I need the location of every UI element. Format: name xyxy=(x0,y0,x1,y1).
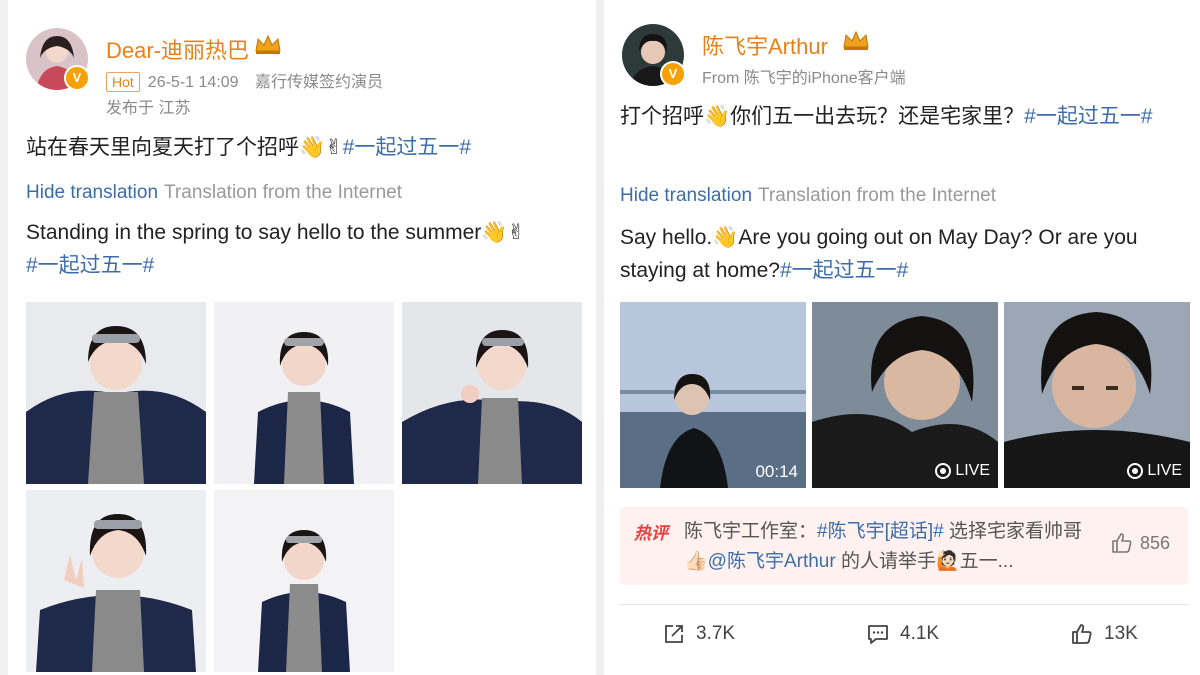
post-text-main: 站在春天里向夏天打了个招呼👋✌ xyxy=(26,136,343,159)
hot-comment-box[interactable]: 热评 陈飞宇工作室：#陈飞宇[超话]# 选择宅家看帅哥👍🏻@陈飞宇Arthur … xyxy=(620,507,1188,585)
comment-count: 4.1K xyxy=(900,623,940,644)
hot-comment-body-end: 的人请举手🙋🏻五一... xyxy=(835,551,1014,572)
hot-comment-text: 陈飞宇工作室：#陈飞宇[超话]# 选择宅家看帅哥👍🏻@陈飞宇Arthur 的人请… xyxy=(684,517,1104,577)
live-photo-thumbnail-1[interactable]: LIVE xyxy=(812,302,998,488)
hot-badge: Hot xyxy=(106,72,140,92)
action-bar: 3.7K 4.1K 13K xyxy=(604,612,1200,660)
live-indicator: LIVE xyxy=(1127,462,1182,480)
crown-icon xyxy=(254,33,282,61)
translation-bar: Hide translation Translation from the Int… xyxy=(26,182,402,204)
translated-text: Say hello.👋Are you going out on May Day?… xyxy=(620,221,1192,287)
like-count: 13K xyxy=(1104,623,1138,644)
comment-icon xyxy=(868,625,888,644)
verified-badge-icon: V xyxy=(660,61,686,87)
verified-badge-icon: V xyxy=(64,65,90,91)
hashtag-link[interactable]: #一起过五一# xyxy=(1024,105,1152,128)
like-button[interactable]: 13K xyxy=(1070,622,1138,646)
translated-hashtag-link[interactable]: #一起过五一# xyxy=(780,259,908,282)
mention-link[interactable]: @陈飞宇Arthur xyxy=(708,551,836,572)
video-thumbnail[interactable]: 00:14 xyxy=(620,302,806,488)
hide-translation-link[interactable]: Hide translation xyxy=(26,182,158,203)
photo-thumbnail-1[interactable] xyxy=(26,302,206,484)
thumbs-up-icon xyxy=(1072,624,1092,644)
post-source: From 陈飞宇的iPhone客户端 xyxy=(702,70,906,87)
live-photo-thumbnail-2[interactable]: LIVE xyxy=(1004,302,1190,488)
live-indicator: LIVE xyxy=(935,462,990,480)
thumbs-up-icon xyxy=(1112,533,1132,553)
hot-comment-like-count: 856 xyxy=(1139,532,1170,553)
post-text-main: 打个招呼👋你们五一出去玩？还是宅家里？ xyxy=(620,105,1025,128)
comment-button[interactable]: 4.1K xyxy=(866,622,939,646)
avatar[interactable]: V xyxy=(622,24,686,87)
video-duration: 00:14 xyxy=(755,462,798,481)
photo-thumbnail-4[interactable] xyxy=(26,490,206,672)
live-label: LIVE xyxy=(955,462,990,479)
translation-source: Translation from the Internet xyxy=(758,185,996,206)
hot-comment-label: 热评 xyxy=(634,524,668,543)
translated-text: Standing in the spring to say hello to t… xyxy=(26,216,586,282)
username[interactable]: Dear-迪丽热巴 xyxy=(106,33,249,65)
translated-text-main: Standing in the spring to say hello to t… xyxy=(26,221,525,244)
right-post-panel: V 陈飞宇Arthur From 陈飞宇的iPhone客户端 打个招呼👋你们五一… xyxy=(604,0,1200,675)
supertopic-link[interactable]: #陈飞宇[超话]# xyxy=(817,521,944,542)
post-text: 站在春天里向夏天打了个招呼👋✌#一起过五一# xyxy=(26,131,586,164)
post-text: 打个招呼👋你们五一出去玩？还是宅家里？#一起过五一# xyxy=(620,100,1190,133)
photo-thumbnail-2[interactable] xyxy=(214,302,394,484)
username[interactable]: 陈飞宇Arthur xyxy=(702,29,828,61)
photo-thumbnail-3[interactable] xyxy=(402,302,582,484)
share-count: 3.7K xyxy=(696,623,736,644)
post-location: 发布于 江苏 xyxy=(106,100,191,117)
hot-comment-author[interactable]: 陈飞宇工作室： xyxy=(684,521,817,542)
post-source: 嘉行传媒签约演员 xyxy=(254,74,383,91)
hashtag-link[interactable]: #一起过五一# xyxy=(343,136,471,159)
post-meta: Hot 26-5-1 14:09 嘉行传媒签约演员 xyxy=(106,68,383,92)
divider xyxy=(620,604,1188,605)
crown-icon xyxy=(842,29,870,57)
live-label: LIVE xyxy=(1147,462,1182,479)
translated-hashtag-link[interactable]: #一起过五一# xyxy=(26,254,154,277)
post-time: 26-5-1 14:09 xyxy=(147,74,239,91)
avatar[interactable]: V xyxy=(26,28,90,91)
live-icon xyxy=(935,463,952,479)
hot-comment-like[interactable]: 856 xyxy=(1110,531,1170,555)
left-post-panel: V Dear-迪丽热巴 Hot 26-5-1 14:09 嘉行传媒签约演员 发布于… xyxy=(8,0,596,675)
live-icon xyxy=(1127,463,1144,479)
photo-thumbnail-5[interactable] xyxy=(214,490,394,672)
hide-translation-link[interactable]: Hide translation xyxy=(620,185,752,206)
share-icon xyxy=(665,625,683,643)
translation-bar: Hide translation Translation from the Int… xyxy=(620,185,996,207)
share-button[interactable]: 3.7K xyxy=(662,622,735,646)
translation-source: Translation from the Internet xyxy=(164,182,402,203)
